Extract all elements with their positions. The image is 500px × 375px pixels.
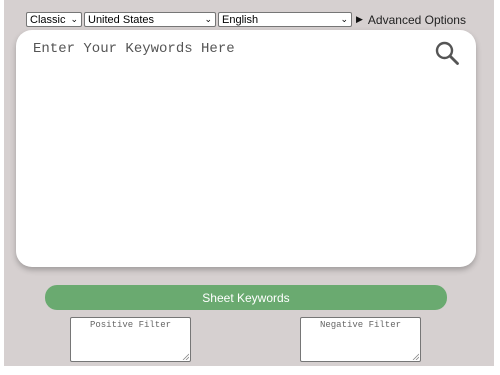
negative-filter-input[interactable]: Negative Filter (300, 317, 421, 362)
advanced-options-toggle[interactable]: ▶ Advanced Options (356, 13, 466, 27)
positive-filter-input[interactable]: Positive Filter (70, 317, 191, 362)
negative-filter-placeholder: Negative Filter (319, 320, 401, 330)
toolbar: Classic ⌄ United States ⌄ English ⌄ ▶ Ad… (26, 11, 466, 28)
search-icon[interactable] (434, 40, 460, 66)
mode-select-value: Classic (30, 13, 66, 26)
advanced-options-label: Advanced Options (367, 12, 466, 27)
sheet-keywords-button[interactable]: Sheet Keywords (45, 285, 447, 310)
country-select[interactable]: United States ⌄ (84, 12, 216, 27)
chevron-down-icon: ⌄ (204, 14, 212, 24)
chevron-down-icon: ⌄ (340, 14, 348, 24)
positive-filter-placeholder: Positive Filter (89, 320, 171, 330)
triangle-right-icon: ▶ (356, 14, 363, 24)
resize-grip-icon[interactable] (412, 353, 419, 360)
resize-grip-icon[interactable] (182, 353, 189, 360)
language-select[interactable]: English ⌄ (218, 12, 352, 27)
keyword-textarea[interactable]: Enter Your Keywords Here (16, 30, 476, 267)
country-select-value: United States (88, 13, 155, 26)
chevron-down-icon: ⌄ (70, 14, 78, 24)
keyword-placeholder: Enter Your Keywords Here (33, 41, 235, 57)
language-select-value: English (222, 13, 259, 26)
mode-select[interactable]: Classic ⌄ (26, 12, 82, 27)
